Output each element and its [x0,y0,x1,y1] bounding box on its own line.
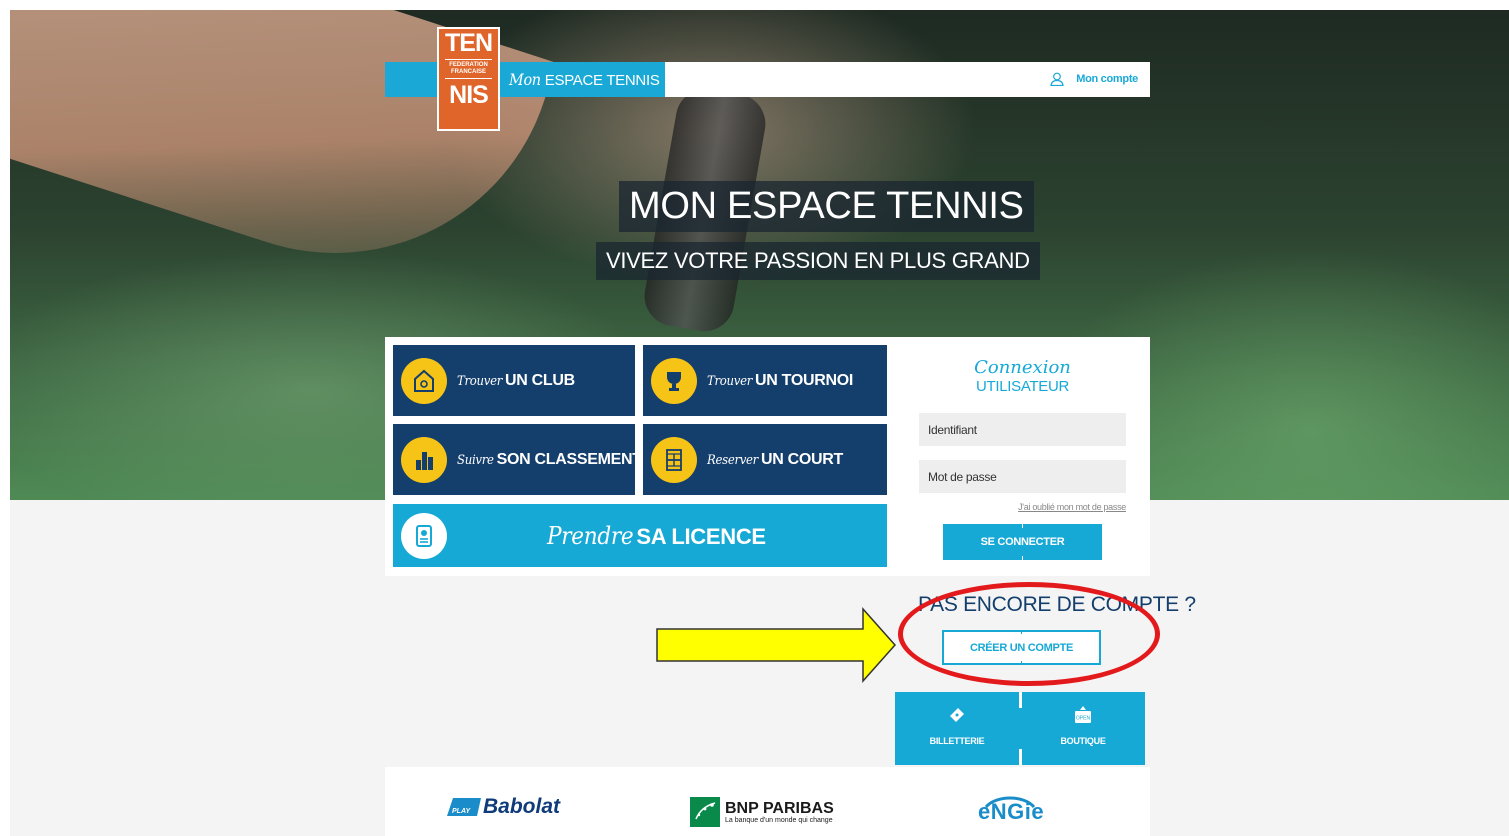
court-icon [651,436,697,483]
ranking-icon [401,436,447,483]
login-button[interactable]: SE CONNECTER [943,524,1102,560]
find-tournament-tile[interactable]: Trouver UN TOURNOI [643,345,887,416]
follow-ranking-script: Suivre [457,452,494,468]
forgot-password-link[interactable]: J'ai oublié mon mot de passe [1018,502,1126,512]
login-panel: Connexion UTILISATEUR J'ai oublié mon mo… [895,337,1150,576]
shortcut-tiles: BILLETTERIE OPEN BOUTIQUE [895,692,1145,765]
follow-ranking-bold: SON CLASSEMENT [496,450,642,468]
login-title-main: UTILISATEUR [975,378,1070,395]
shop-tile[interactable]: OPEN BOUTIQUE [1021,692,1145,765]
hero-title: MON ESPACE TENNIS [619,181,1034,232]
engie-logo[interactable]: eNGie [978,796,1044,825]
book-court-tile[interactable]: Reserver UN COURT [643,424,887,495]
login-title-script: Connexion [974,357,1071,378]
find-tournament-label: Trouver UN TOURNOI [707,372,853,390]
password-input[interactable] [919,460,1126,493]
babolat-name: Babolat [483,795,561,818]
username-input[interactable] [919,413,1126,446]
babolat-logo[interactable]: PLAY Babolat [447,795,560,819]
shop-open-badge: OPEN [1076,716,1091,722]
get-licence-label: Prendre SA LICENCE [547,522,766,550]
brand-bar[interactable]: Mon ESPACE TENNIS [385,62,665,97]
find-club-script: Trouver [457,373,502,389]
action-grid: Trouver UN CLUB Trouver UN TOURNOI Suivre S… [385,337,895,576]
licence-card-icon [401,512,447,559]
find-club-bold: UN CLUB [505,371,575,389]
logo-francaise-line: FRANCAISE [450,69,486,75]
get-licence-tile[interactable]: Prendre SA LICENCE [393,504,887,567]
logo-federation-line: FEDERATION [449,62,488,68]
find-club-label: Trouver UN CLUB [457,372,575,390]
engie-arc-icon [984,796,1036,809]
hero-subtitle: VIVEZ VOTRE PASSION EN PLUS GRAND [596,242,1040,280]
trophy-icon [651,357,697,404]
ticketing-tile[interactable]: BILLETTERIE [895,692,1019,765]
bnp-stars-icon [690,797,720,827]
bnp-paribas-logo[interactable]: BNP PARIBAS La banque d'un monde qui cha… [690,797,834,827]
get-licence-bold: SA LICENCE [636,523,766,549]
sponsors-bar: PLAY Babolat BNP PARIBAS La banque d'un … [385,767,1150,836]
site-title-main: ESPACE TENNIS [544,72,660,89]
logo-text-federation: FEDERATION FRANCAISE [445,59,492,79]
book-court-label: Reserver UN COURT [707,451,843,469]
page: Mon ESPACE TENNIS Mon compte TEN FEDERATI… [10,10,1509,836]
find-club-tile[interactable]: Trouver UN CLUB [393,345,635,416]
yellow-arrow-icon [656,607,897,683]
babolat-swoosh-icon: PLAY [447,798,481,816]
fft-logo[interactable]: TEN FEDERATION FRANCAISE NIS [437,27,500,131]
ticketing-label: BILLETTERIE [929,736,985,746]
find-tournament-bold: UN TOURNOI [755,371,854,389]
follow-ranking-tile[interactable]: Suivre SON CLASSEMENT [393,424,642,495]
red-highlight-ellipse [898,582,1160,686]
get-licence-script: Prendre [547,521,634,550]
logo-text-top: TEN [445,29,493,57]
bnp-tagline: La banque d'un monde qui change [725,816,833,824]
user-icon [1050,72,1064,86]
follow-ranking-label: Suivre SON CLASSEMENT [457,451,642,469]
find-tournament-script: Trouver [707,373,752,389]
book-court-script: Reserver [707,452,758,468]
bnp-name: BNP PARIBAS [725,799,834,817]
site-title[interactable]: Mon ESPACE TENNIS [509,70,660,89]
ticket-icon [950,708,964,722]
logo-text-bottom: NIS [449,81,489,109]
account-label: Mon compte [1076,73,1138,85]
club-house-icon [401,357,447,404]
shop-label: BOUTIQUE [1060,736,1106,746]
book-court-bold: UN COURT [760,450,843,468]
shop-open-icon: OPEN [1075,706,1091,723]
babolat-badge: PLAY [452,808,471,815]
account-link[interactable]: Mon compte [1050,72,1138,86]
site-title-script: Mon [509,70,541,89]
